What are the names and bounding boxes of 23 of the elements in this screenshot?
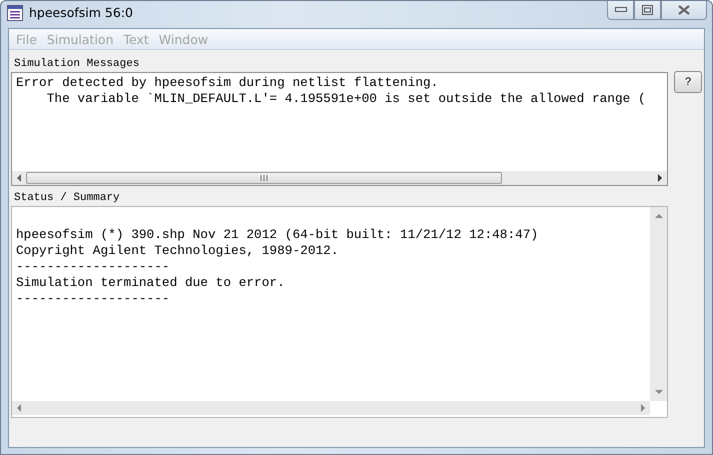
close-button[interactable] (661, 1, 707, 20)
status-line: Simulation terminated due to error. (16, 275, 286, 291)
horizontal-scrollbar[interactable] (12, 171, 668, 185)
message-line: Error detected by hpeesofsim during netlist flattening. (16, 75, 440, 91)
section-label: Simulation Messages (13, 57, 140, 72)
message-line: The variable `MLIN_DEFAULT.L'= 4.195591e+00 is set outside the allowed range ( (46, 91, 647, 107)
horizontal-scrollbar[interactable] (12, 401, 650, 415)
list-icon (7, 4, 23, 20)
status-line: hpeesofsim (*) 390.shp Nov 21 2012 (64-bit built: 11/21/12 12:48:47) (16, 227, 540, 243)
maximize-button[interactable] (634, 1, 661, 20)
scroll-thumb[interactable] (26, 172, 502, 184)
minimize-icon (614, 7, 626, 13)
window-title: hpeesofsim 56:0 (29, 5, 134, 20)
help-button[interactable]: ? (674, 71, 702, 93)
status-line: -------------------- (16, 291, 171, 307)
maximize-icon (642, 5, 653, 15)
grip-icon (260, 175, 268, 181)
minimize-button[interactable] (607, 1, 634, 20)
close-icon (677, 5, 691, 15)
section-label: Status / Summary (13, 191, 120, 206)
vertical-scrollbar[interactable] (650, 207, 668, 401)
status-line: Copyright Agilent Technologies, 1989-2012. (16, 243, 340, 259)
status-line: -------------------- (16, 259, 171, 275)
